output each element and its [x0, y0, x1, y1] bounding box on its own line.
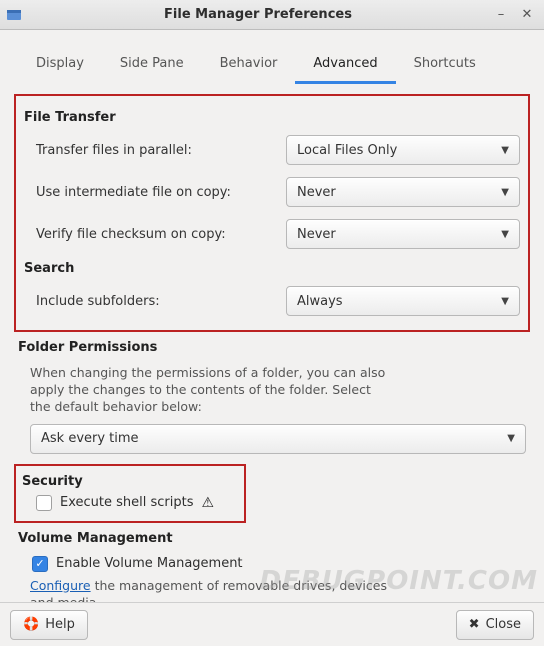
section-folder-permissions: Folder Permissions When changing the per… [14, 340, 530, 454]
section-folder-permissions-title: Folder Permissions [18, 340, 526, 355]
tabstrip: Display Side Pane Behavior Advanced Shor… [0, 30, 544, 84]
tab-side-pane[interactable]: Side Pane [102, 48, 202, 84]
label-transfer-parallel: Transfer files in parallel: [36, 143, 286, 158]
tab-shortcuts[interactable]: Shortcuts [396, 48, 494, 84]
label-checksum: Verify file checksum on copy: [36, 227, 286, 242]
content-area: File Transfer Transfer files in parallel… [0, 84, 544, 621]
row-enable-volume: Enable Volume Management [32, 556, 526, 572]
row-subfolders: Include subfolders: Always ▼ [36, 286, 520, 316]
section-search-title: Search [24, 261, 520, 276]
section-volume-management: Volume Management Enable Volume Manageme… [14, 531, 530, 612]
close-window-button[interactable]: ✕ [516, 4, 538, 26]
close-button[interactable]: ✖ Close [456, 610, 534, 640]
combo-folder-permissions-value: Ask every time [41, 431, 507, 446]
highlight-file-transfer-search: File Transfer Transfer files in parallel… [14, 94, 530, 332]
chevron-down-icon: ▼ [501, 145, 509, 156]
folder-permissions-desc: When changing the permissions of a folde… [30, 365, 390, 416]
titlebar: File Manager Preferences – ✕ [0, 0, 544, 30]
chevron-down-icon: ▼ [501, 187, 509, 198]
close-icon: ✖ [469, 617, 480, 632]
help-button-label: Help [45, 617, 75, 632]
close-button-label: Close [486, 617, 521, 632]
combo-folder-permissions[interactable]: Ask every time ▼ [30, 424, 526, 454]
tab-behavior[interactable]: Behavior [202, 48, 296, 84]
combo-checksum[interactable]: Never ▼ [286, 219, 520, 249]
configure-link[interactable]: Configure [30, 578, 91, 593]
combo-subfolders[interactable]: Always ▼ [286, 286, 520, 316]
tab-advanced[interactable]: Advanced [295, 48, 395, 84]
row-transfer-parallel: Transfer files in parallel: Local Files … [36, 135, 520, 165]
highlight-security: Security Execute shell scripts ⚠ [14, 464, 246, 523]
label-intermediate: Use intermediate file on copy: [36, 185, 286, 200]
help-icon: 🛟 [23, 617, 39, 632]
minimize-button[interactable]: – [490, 4, 512, 26]
tab-display[interactable]: Display [18, 48, 102, 84]
combo-intermediate[interactable]: Never ▼ [286, 177, 520, 207]
label-execute-scripts: Execute shell scripts [60, 495, 194, 510]
combo-subfolders-value: Always [297, 294, 501, 309]
footer: 🛟 Help ✖ Close [0, 602, 544, 646]
chevron-down-icon: ▼ [501, 296, 509, 307]
chevron-down-icon: ▼ [507, 433, 515, 444]
combo-intermediate-value: Never [297, 185, 501, 200]
checkbox-enable-volume[interactable] [32, 556, 48, 572]
row-intermediate: Use intermediate file on copy: Never ▼ [36, 177, 520, 207]
checkbox-execute-scripts[interactable] [36, 495, 52, 511]
help-button[interactable]: 🛟 Help [10, 610, 88, 640]
app-icon [6, 7, 22, 23]
row-checksum: Verify file checksum on copy: Never ▼ [36, 219, 520, 249]
chevron-down-icon: ▼ [501, 229, 509, 240]
section-volume-title: Volume Management [18, 531, 526, 546]
warning-icon: ⚠ [202, 495, 215, 511]
combo-transfer-parallel[interactable]: Local Files Only ▼ [286, 135, 520, 165]
combo-checksum-value: Never [297, 227, 501, 242]
label-subfolders: Include subfolders: [36, 294, 286, 309]
section-file-transfer-title: File Transfer [24, 110, 520, 125]
combo-transfer-parallel-value: Local Files Only [297, 143, 501, 158]
row-execute-scripts: Execute shell scripts ⚠ [36, 495, 236, 511]
label-enable-volume: Enable Volume Management [56, 556, 243, 571]
section-security-title: Security [22, 474, 236, 489]
window-title: File Manager Preferences [30, 7, 486, 22]
